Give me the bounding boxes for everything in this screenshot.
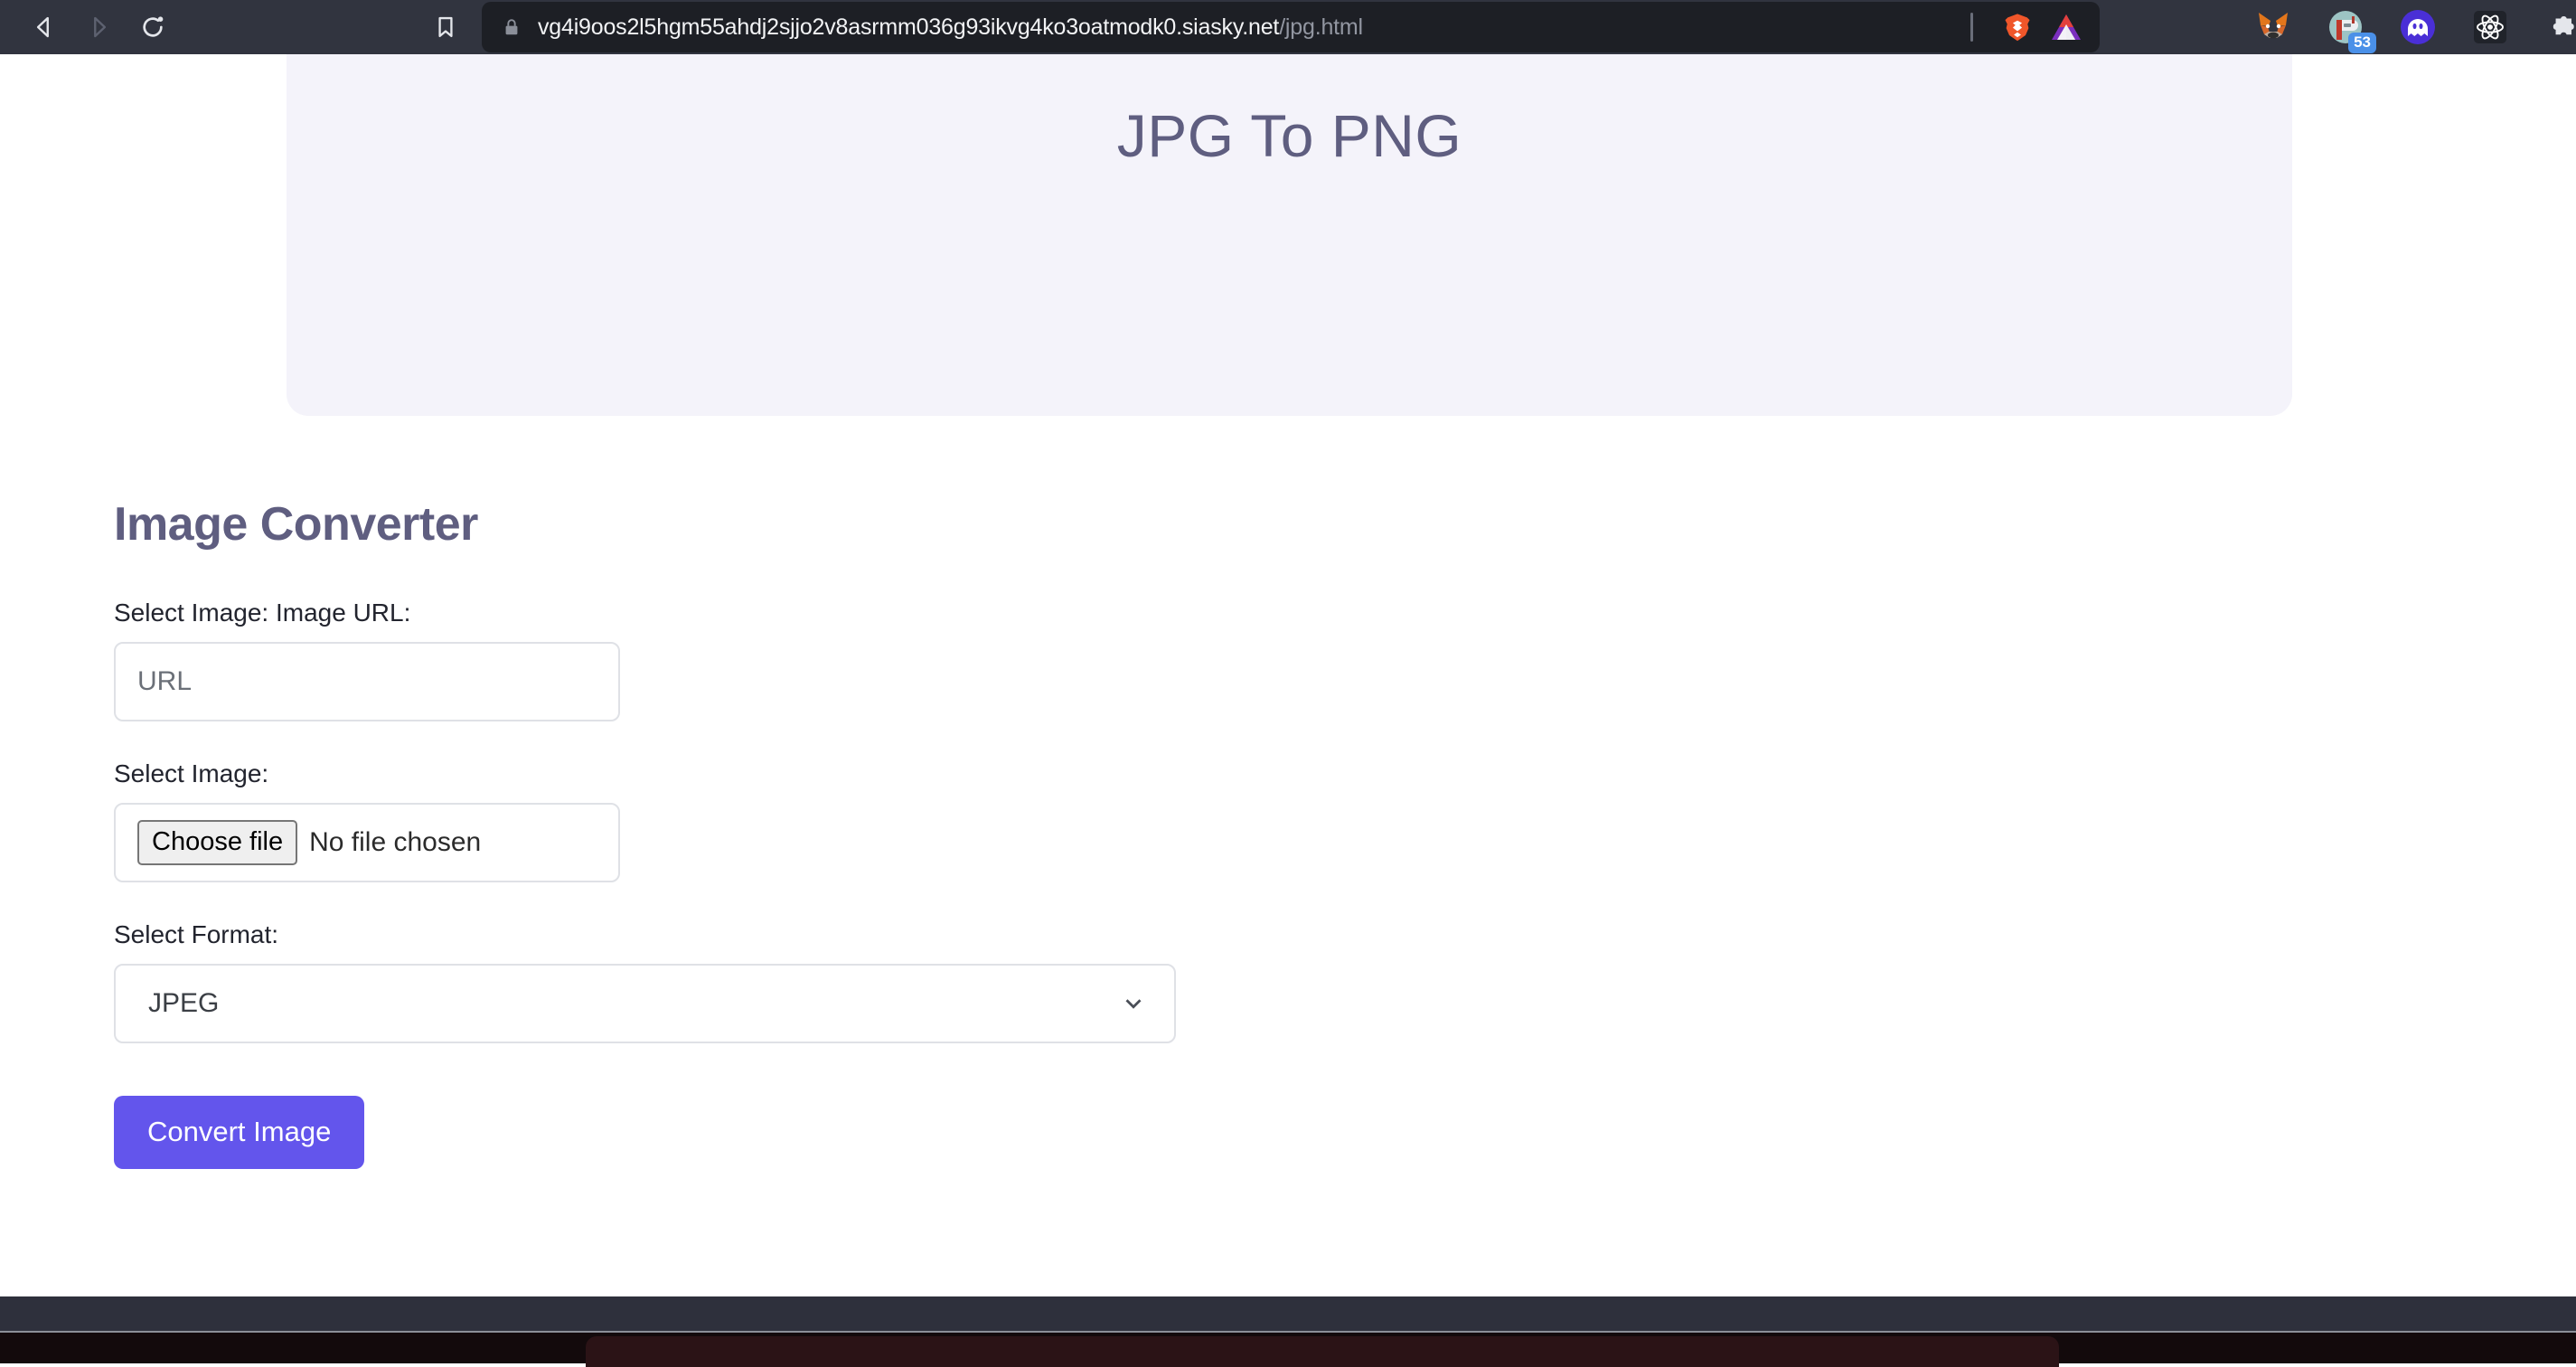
format-select-value: JPEG — [148, 988, 219, 1019]
lock-icon — [502, 17, 522, 37]
forward-button[interactable] — [78, 6, 119, 48]
page-title: Image Converter — [114, 497, 1379, 552]
address-bar-url: vg4i9oos2l5hgm55ahdj2sjjo2v8asrmm036g93i… — [538, 14, 1363, 41]
format-field-group: Select Format: JPEG — [114, 920, 1379, 1043]
reload-icon — [138, 13, 167, 42]
os-dock-panel — [586, 1336, 2059, 1367]
format-select[interactable]: JPEG — [114, 964, 1176, 1043]
shields-group — [1988, 4, 2095, 51]
metamask-fox-icon[interactable] — [2255, 9, 2291, 45]
file-field-group: Select Image: Choose file No file chosen — [114, 759, 1379, 882]
react-devtools-atom-icon[interactable] — [2472, 9, 2508, 45]
address-bar-path: /jpg.html — [1279, 14, 1363, 40]
format-field-label: Select Format: — [114, 920, 1379, 949]
os-taskbar — [0, 1296, 2576, 1333]
reload-button[interactable] — [132, 6, 174, 48]
mailbox-icon[interactable]: 53 — [2327, 9, 2364, 45]
phantom-wallet-ghost-icon[interactable] — [2400, 9, 2436, 45]
back-arrow-icon — [31, 14, 58, 41]
convert-image-button[interactable]: Convert Image — [114, 1096, 364, 1169]
url-field-label: Select Image: Image URL: — [114, 599, 1379, 627]
file-status-text: No file chosen — [309, 827, 481, 858]
address-bar-host: vg4i9oos2l5hgm55ahdj2sjjo2v8asrmm036g93i… — [538, 14, 1279, 40]
file-field-label: Select Image: — [114, 759, 1379, 788]
brave-rewards-bat-triangle-icon[interactable] — [2050, 13, 2082, 42]
bookmark-icon — [433, 14, 458, 40]
extensions-puzzle-icon[interactable] — [2544, 9, 2576, 45]
image-file-input[interactable]: Choose file No file chosen — [114, 803, 620, 882]
image-url-input[interactable] — [114, 642, 620, 721]
choose-file-button[interactable]: Choose file — [137, 820, 297, 865]
url-field-group: Select Image: Image URL: — [114, 599, 1379, 721]
address-bar[interactable]: vg4i9oos2l5hgm55ahdj2sjjo2v8asrmm036g93i… — [482, 2, 2100, 52]
browser-toolbar: vg4i9oos2l5hgm55ahdj2sjjo2v8asrmm036g93i… — [0, 0, 2576, 54]
mailbox-badge: 53 — [2348, 33, 2376, 53]
back-button[interactable] — [24, 6, 65, 48]
hero-banner: JPG To PNG — [287, 54, 2292, 416]
os-dock — [0, 1333, 2576, 1363]
hero-title: JPG To PNG — [287, 101, 2292, 170]
page-content: JPG To PNG Image Converter Select Image:… — [0, 54, 2576, 1329]
extensions-group: 53 — [2255, 0, 2576, 54]
forward-arrow-icon — [85, 14, 112, 41]
brave-shields-lion-icon[interactable] — [2001, 11, 2034, 43]
toolbar-divider — [1970, 13, 1973, 42]
chevron-down-icon — [1122, 992, 1145, 1015]
bookmark-button[interactable] — [425, 6, 466, 48]
image-converter-form: Image Converter Select Image: Image URL:… — [114, 497, 1379, 1169]
